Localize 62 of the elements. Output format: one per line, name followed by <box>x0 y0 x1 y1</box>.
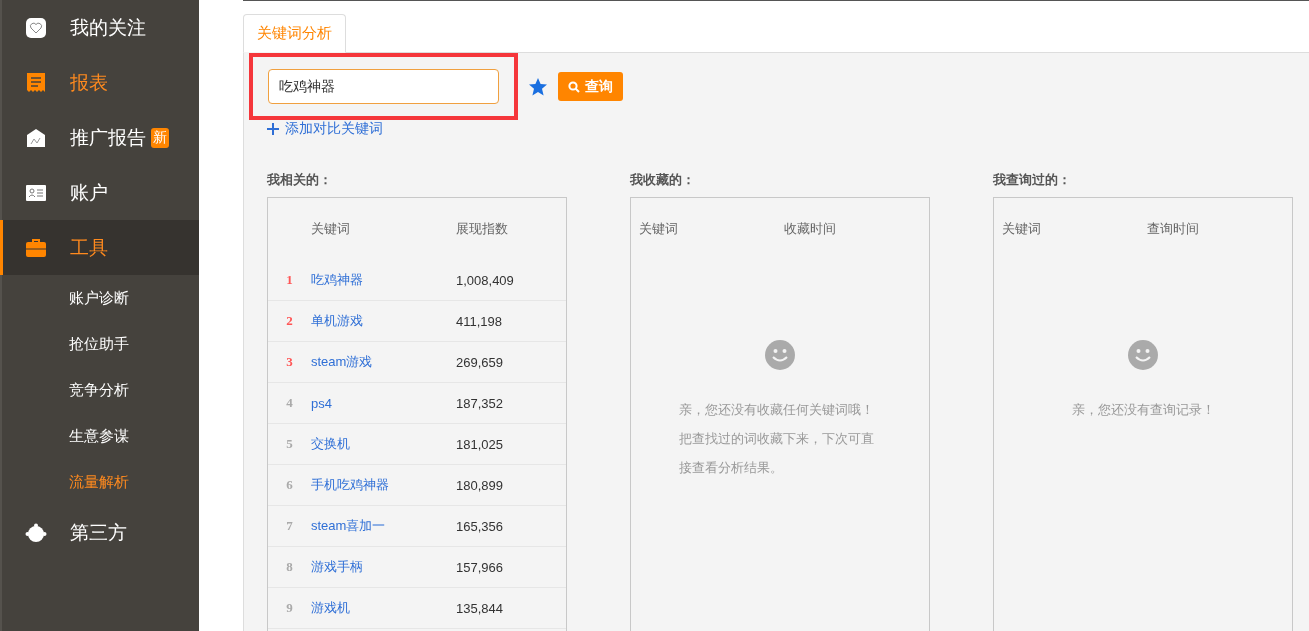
keyword-link[interactable]: 游戏机 <box>311 600 350 615</box>
column-header: 关键词 <box>639 221 678 236</box>
column-header: 收藏时间 <box>784 221 836 236</box>
rank-number: 3 <box>285 354 294 370</box>
rank-number: 1 <box>285 272 294 288</box>
sidebar-item[interactable]: 推广报告 新 <box>0 110 199 165</box>
smiley-icon <box>765 340 795 370</box>
keyword-link[interactable]: 手机吃鸡神器 <box>311 477 389 492</box>
index-value: 135,844 <box>456 600 504 616</box>
rank-number: 5 <box>285 436 294 452</box>
rank-number: 8 <box>285 559 294 575</box>
index-value: 181,025 <box>456 436 504 452</box>
index-value: 411,198 <box>456 313 504 329</box>
empty-message: 亲，您还没有收藏任何关键词哦！把查找过的词收藏下来，下次可直接查看分析结果。 <box>678 401 875 477</box>
add-compare-link[interactable]: 添加对比关键词 <box>267 120 383 138</box>
search-icon <box>568 80 580 93</box>
keyword-link[interactable]: steam喜加一 <box>311 518 386 533</box>
sidebar-item[interactable]: 工具 <box>0 220 199 275</box>
sidebar-item[interactable]: 账户 <box>0 165 199 220</box>
section-title: 我收藏的： <box>630 171 696 189</box>
index-value: 165,356 <box>456 518 504 534</box>
sidebar-subitem[interactable]: 竞争分析 <box>2 367 199 413</box>
section-title: 我查询过的： <box>993 171 1072 189</box>
plus-icon <box>267 123 279 135</box>
index-value: 269,659 <box>456 354 504 370</box>
new-badge: 新 <box>151 127 169 148</box>
search-field[interactable]: 吃鸡神器 <box>268 69 499 104</box>
index-value: 187,352 <box>456 395 504 411</box>
sidebar-item[interactable]: 报表 <box>0 55 199 110</box>
sidebar-subitem[interactable]: 流量解析 <box>2 459 199 505</box>
column-header: 关键词 <box>311 221 350 236</box>
keyword-link[interactable]: 游戏手柄 <box>311 559 363 574</box>
column-header: 查询时间 <box>1147 221 1199 236</box>
receipt-icon <box>25 71 47 94</box>
star-icon[interactable] <box>528 76 548 97</box>
keyword-link[interactable]: steam游戏 <box>311 354 373 369</box>
section-title: 我相关的： <box>267 171 333 189</box>
keyword-link[interactable]: 单机游戏 <box>311 313 363 328</box>
index-value: 180,899 <box>456 477 504 493</box>
index-value: 1,008,409 <box>456 272 515 288</box>
rank-number: 2 <box>285 313 294 329</box>
rank-number: 7 <box>285 518 294 534</box>
keyword-link[interactable]: 吃鸡神器 <box>311 272 363 287</box>
rank-number: 6 <box>285 477 294 493</box>
column-header: 展现指数 <box>456 221 508 236</box>
keyword-link[interactable]: ps4 <box>311 395 332 411</box>
index-value: 157,966 <box>456 559 504 575</box>
smiley-icon <box>1128 340 1158 370</box>
rank-number: 9 <box>285 600 294 616</box>
sidebar-item[interactable]: 第三方 <box>0 505 199 560</box>
bot-icon <box>25 521 47 544</box>
sidebar-subitem[interactable]: 生意参谋 <box>2 413 199 459</box>
briefcase-icon <box>25 236 47 259</box>
query-button[interactable]: 查询 <box>558 72 623 101</box>
empty-message: 亲，您还没有查询记录！ <box>1070 401 1216 419</box>
column-header: 关键词 <box>1002 221 1041 236</box>
sidebar-subitem[interactable]: 抢位助手 <box>2 321 199 367</box>
sidebar-subitem[interactable]: 账户诊断 <box>2 275 199 321</box>
sidebar-item[interactable]: 我的关注 <box>0 0 199 55</box>
rank-number: 4 <box>285 395 294 411</box>
tab[interactable]: 关键词分析 <box>243 14 346 53</box>
keyword-link[interactable]: 交换机 <box>311 436 350 451</box>
